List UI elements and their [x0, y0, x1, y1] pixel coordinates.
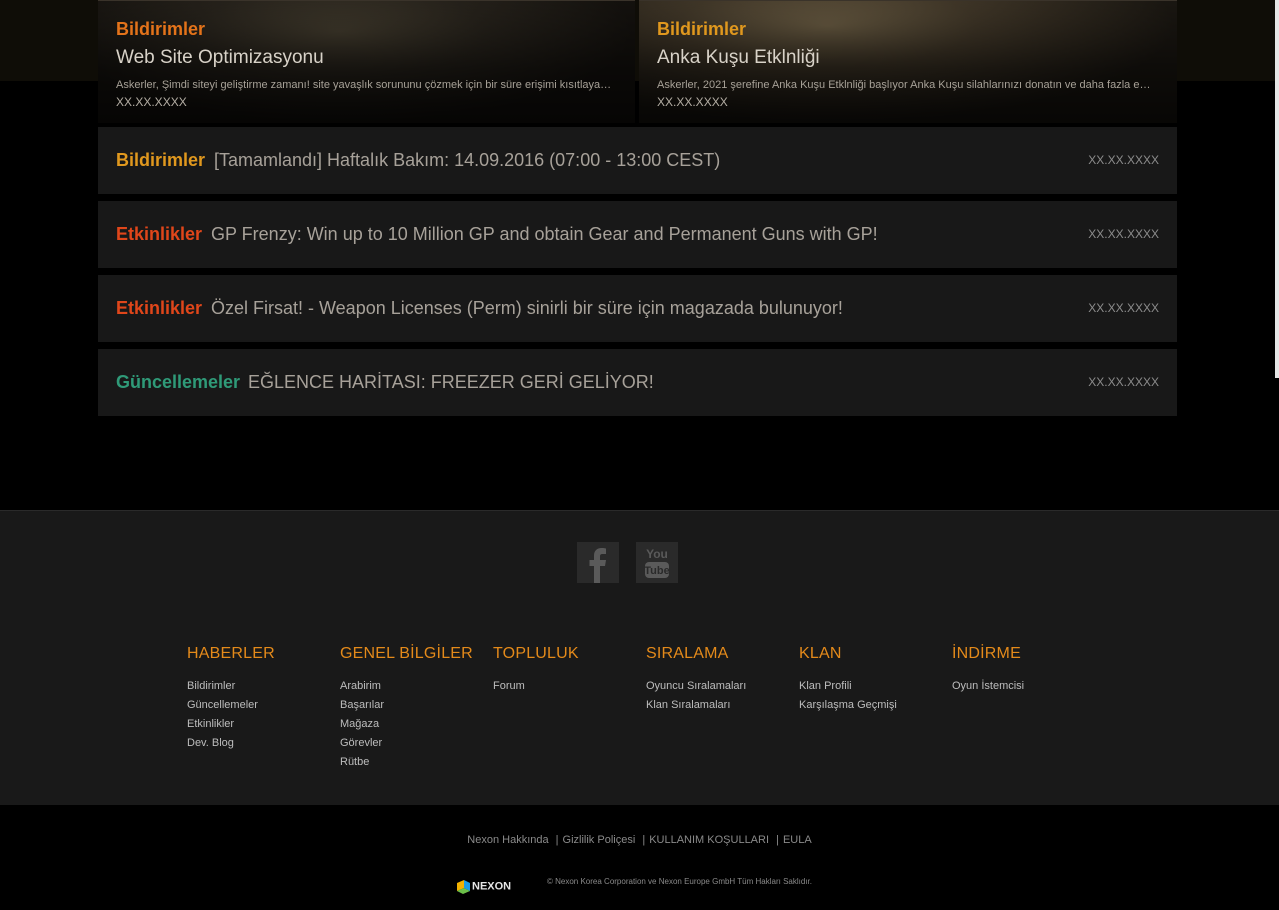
news-date: XX.XX.XXXX [1088, 227, 1159, 241]
facebook-button[interactable] [577, 542, 619, 583]
featured-card[interactable]: Bildirimler Web Site Optimizasyonu Asker… [98, 0, 635, 123]
news-title[interactable]: GP Frenzy: Win up to 10 Million GP and o… [211, 201, 878, 268]
footer-link[interactable]: Görevler [340, 734, 490, 753]
legal-separator: | [642, 834, 646, 846]
footer-legal: Nexon Hakkında | Gizlilik Poliçesi | KULLA… [0, 806, 1279, 910]
copyright-text: © Nexon Korea Corporation ve Nexon Europ… [547, 877, 812, 886]
news-category: Bildirimler [116, 150, 206, 170]
footer-link[interactable]: Oyun İstemcisi [952, 677, 1102, 696]
card-date: XX.XX.XXXX [116, 95, 187, 109]
card-description: Askerler, Şimdi siteyi geliştirme zamanı… [116, 79, 613, 91]
facebook-icon [589, 548, 606, 583]
footer-link[interactable]: Forum [493, 677, 643, 696]
footer-heading: HABERLER [187, 645, 275, 662]
youtube-button[interactable]: You Tube [636, 542, 678, 583]
card-description: Askerler, 2021 şerefine Anka Kuşu Etklnl… [657, 79, 1154, 91]
social-bar: You Tube [0, 510, 1279, 616]
footer-link[interactable]: Arabirim [340, 677, 490, 696]
footer-column-klan: KLAN Klan Profili Karşılaşma Geçmişi [799, 645, 949, 715]
legal-link-about[interactable]: Nexon Hakkında [467, 834, 548, 846]
news-row[interactable]: Etkinlikler Özel Firsat! - Weapon Licens… [98, 275, 1177, 342]
footer-sitemap: HABERLER Bildirimler Güncellemeler Etkin… [0, 615, 1279, 805]
featured-news: Bildirimler Web Site Optimizasyonu Asker… [98, 0, 1177, 123]
legal-separator: | [555, 834, 559, 846]
footer-link[interactable]: Güncellemeler [187, 696, 337, 715]
legal-link-privacy[interactable]: Gizlilik Poliçesi [563, 834, 636, 846]
nexon-logo-text: NEXON [472, 881, 511, 893]
footer-column-topluluk: TOPLULUK Forum [493, 645, 643, 696]
card-date: XX.XX.XXXX [657, 95, 728, 109]
legal-links: Nexon Hakkında | Gizlilik Poliçesi | KULLA… [0, 834, 1279, 846]
news-category: Etkinlikler [116, 298, 203, 318]
footer-link[interactable]: Karşılaşma Geçmişi [799, 696, 949, 715]
news-row[interactable]: Bildirimler [Tamamlandı] Haftalık Bakım:… [98, 127, 1177, 194]
footer-heading: KLAN [799, 645, 842, 662]
footer-link[interactable]: Bildirimler [187, 677, 337, 696]
scrollbar[interactable] [1275, 0, 1279, 378]
news-row[interactable]: Güncellemeler EĞLENCE HARİTASI: FREEZER … [98, 349, 1177, 416]
footer-column-siralama: SIRALAMA Oyuncu Sıralamaları Klan Sırala… [646, 645, 796, 715]
footer-link[interactable]: Etkinlikler [187, 715, 337, 734]
featured-card[interactable]: Bildirimler Anka Kuşu Etklnliği Askerler… [639, 0, 1177, 123]
footer-link[interactable]: Klan Profili [799, 677, 949, 696]
news-title[interactable]: Özel Firsat! - Weapon Licenses (Perm) si… [211, 275, 843, 342]
news-date: XX.XX.XXXX [1088, 301, 1159, 315]
news-category: Etkinlikler [116, 224, 203, 244]
footer-column-indirme: İNDİRME Oyun İstemcisi [952, 645, 1102, 696]
news-date: XX.XX.XXXX [1088, 375, 1159, 389]
footer-link[interactable]: Mağaza [340, 715, 490, 734]
youtube-icon: You Tube [644, 547, 670, 578]
footer-link[interactable]: Rütbe [340, 753, 490, 772]
nexon-logo[interactable]: NEXON [456, 877, 526, 895]
footer-column-haberler: HABERLER Bildirimler Güncellemeler Etkin… [187, 645, 337, 753]
news-date: XX.XX.XXXX [1088, 153, 1159, 167]
footer-heading: GENEL BİLGİLER [340, 645, 473, 662]
news-title[interactable]: [Tamamlandı] Haftalık Bakım: 14.09.2016 … [214, 127, 720, 194]
footer-column-genel-bilgiler: GENEL BİLGİLER Arabirim Başarılar Mağaza… [340, 645, 490, 772]
news-row[interactable]: Etkinlikler GP Frenzy: Win up to 10 Mill… [98, 201, 1177, 268]
footer-heading: TOPLULUK [493, 645, 579, 662]
footer-heading: İNDİRME [952, 645, 1021, 662]
news-category: Güncellemeler [116, 372, 241, 392]
legal-link-terms[interactable]: KULLANIM KOŞULLARI [649, 834, 769, 846]
footer-link[interactable]: Oyuncu Sıralamaları [646, 677, 796, 696]
footer-link[interactable]: Klan Sıralamaları [646, 696, 796, 715]
svg-text:You: You [646, 547, 668, 561]
card-title[interactable]: Web Site Optimizasyonu [116, 47, 324, 69]
footer-link[interactable]: Başarılar [340, 696, 490, 715]
card-category: Bildirimler [657, 19, 747, 39]
news-title[interactable]: EĞLENCE HARİTASI: FREEZER GERİ GELİYOR! [248, 349, 654, 416]
card-title[interactable]: Anka Kuşu Etklnliği [657, 47, 820, 69]
legal-separator: | [776, 834, 779, 846]
card-category: Bildirimler [116, 19, 206, 39]
svg-text:Tube: Tube [644, 565, 669, 577]
footer-heading: SIRALAMA [646, 645, 729, 662]
footer-link[interactable]: Dev. Blog [187, 734, 337, 753]
legal-link-eula[interactable]: EULA [783, 834, 812, 846]
